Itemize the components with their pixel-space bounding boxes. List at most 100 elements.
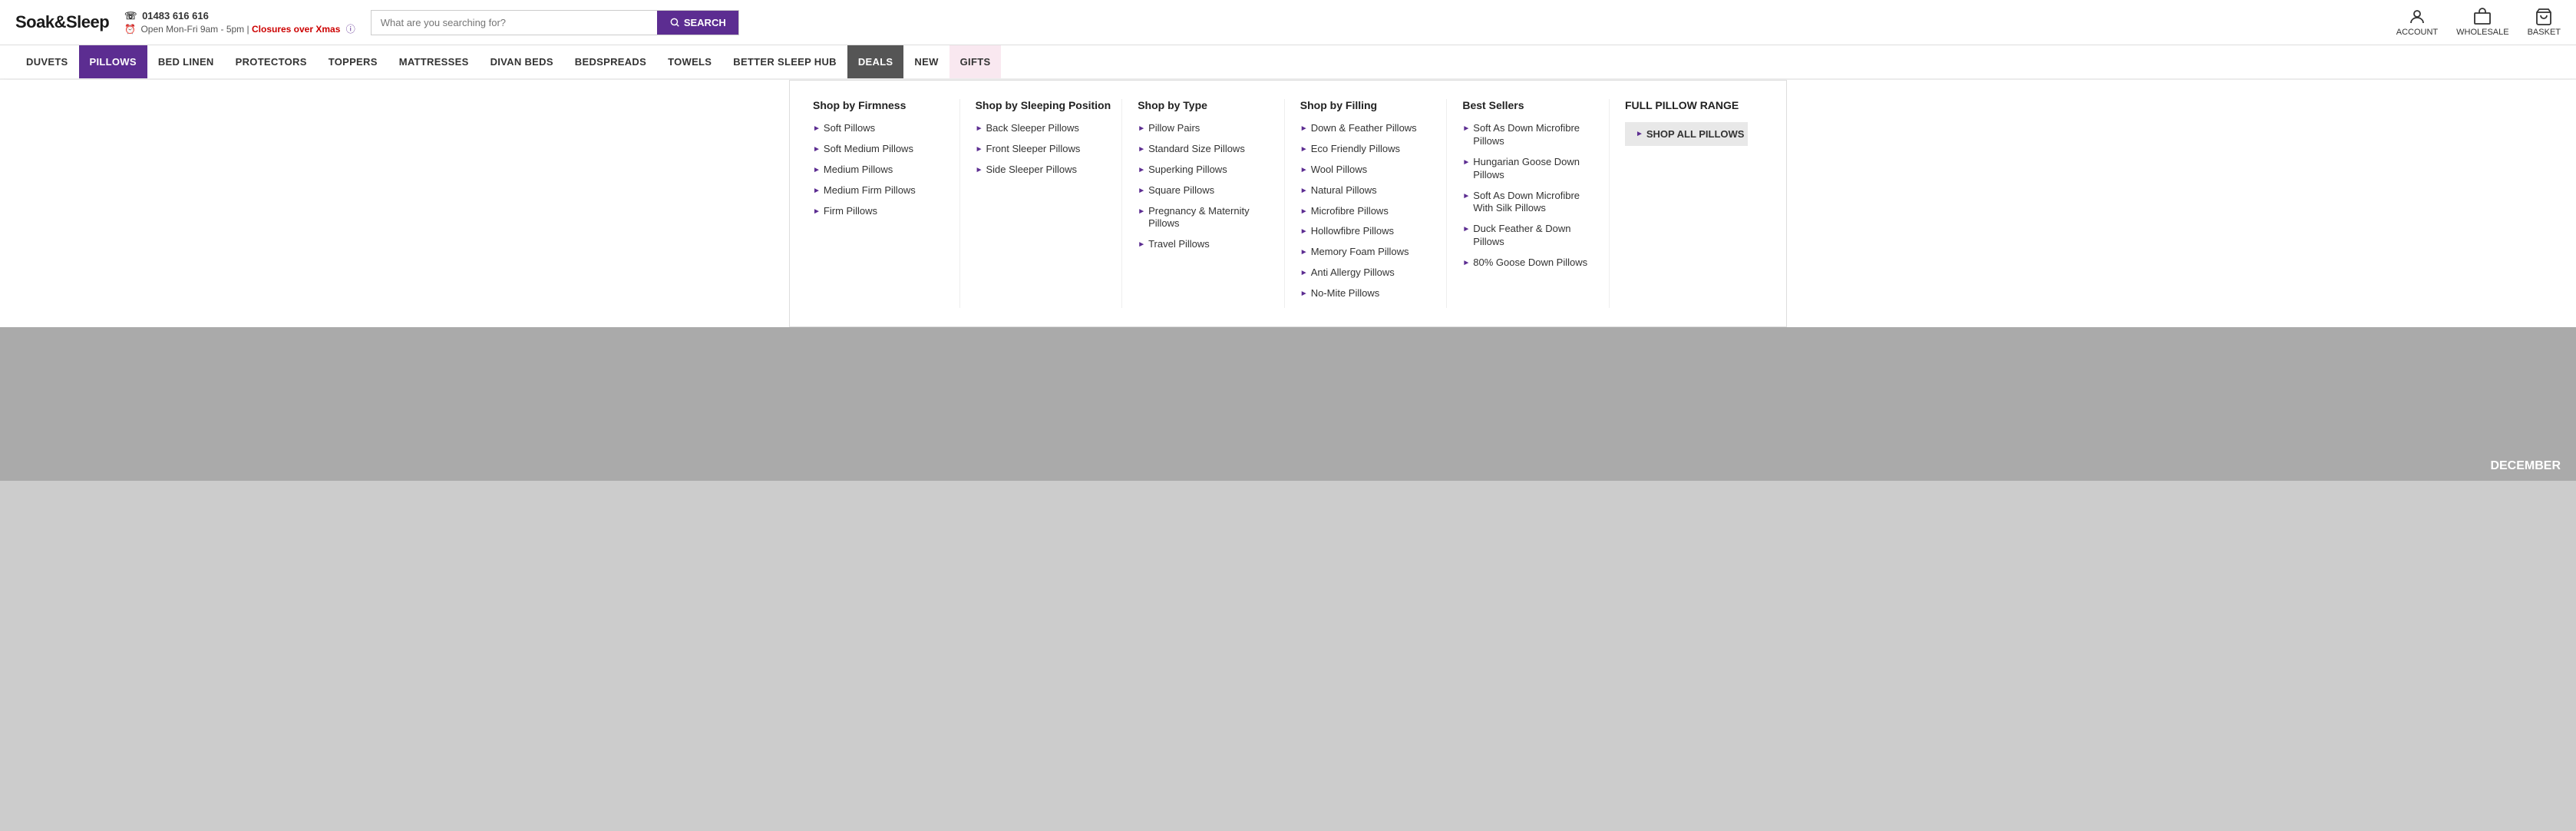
arrow-icon: ► <box>813 165 821 175</box>
phone-icon: ☏ <box>124 10 137 22</box>
full-range-title: FULL PILLOW RANGE <box>1625 99 1748 111</box>
dropdown-link[interactable]: ►Soft As Down Microfibre Pillows <box>1462 122 1593 148</box>
arrow-icon: ► <box>1462 258 1470 268</box>
dropdown-link[interactable]: ►Memory Foam Pillows <box>1300 246 1432 259</box>
account-icon <box>2408 8 2426 26</box>
nav-item-better-sleep-hub[interactable]: BETTER SLEEP HUB <box>722 45 847 78</box>
col-title: Shop by Sleeping Position <box>976 99 1107 111</box>
dropdown-link[interactable]: ►Pillow Pairs <box>1138 122 1269 135</box>
full-range-col: FULL PILLOW RANGE ►SHOP ALL PILLOWS <box>1610 99 1763 308</box>
nav-item-toppers[interactable]: TOPPERS <box>318 45 388 78</box>
contact-info: ☏ 01483 616 616 ⏰ Open Mon-Fri 9am - 5pm… <box>124 10 355 35</box>
december-label: DECEMBER <box>2490 459 2561 473</box>
arrow-icon: ► <box>976 124 983 134</box>
nav-item-new[interactable]: NEW <box>903 45 949 78</box>
nav-item-gifts[interactable]: GIFTS <box>949 45 1002 78</box>
arrow-icon: ► <box>1300 207 1308 217</box>
arrow-icon: ► <box>1462 157 1470 167</box>
dropdown-link[interactable]: ►Side Sleeper Pillows <box>976 164 1107 177</box>
dropdown-link[interactable]: ►Firm Pillows <box>813 205 944 218</box>
dropdown-link[interactable]: ►Duck Feather & Down Pillows <box>1462 223 1593 249</box>
clock-icon: ⏰ <box>124 24 136 35</box>
nav-item-bedspreads[interactable]: BEDSPREADS <box>564 45 657 78</box>
site-logo[interactable]: Soak&Sleep <box>15 12 109 32</box>
arrow-icon: ► <box>1462 124 1470 134</box>
dropdown-link[interactable]: ►Back Sleeper Pillows <box>976 122 1107 135</box>
arrow-icon: ► <box>1636 130 1643 138</box>
dropdown-link[interactable]: ►Hollowfibre Pillows <box>1300 225 1432 238</box>
arrow-icon: ► <box>813 124 821 134</box>
search-icon <box>669 17 680 28</box>
nav-item-mattresses[interactable]: MATTRESSES <box>388 45 480 78</box>
search-bar: SEARCH <box>371 10 739 35</box>
arrow-icon: ► <box>1138 186 1145 196</box>
site-header: Soak&Sleep ☏ 01483 616 616 ⏰ Open Mon-Fr… <box>0 0 2576 45</box>
arrow-icon: ► <box>1300 268 1308 278</box>
arrow-icon: ► <box>1138 124 1145 134</box>
arrow-icon: ► <box>1300 186 1308 196</box>
dropdown-link[interactable]: ►Anti Allergy Pillows <box>1300 267 1432 280</box>
account-button[interactable]: ACCOUNT <box>2396 8 2438 37</box>
nav-item-bed-linen[interactable]: BED LINEN <box>147 45 225 78</box>
arrow-icon: ► <box>1138 207 1145 217</box>
dropdown-link[interactable]: ►Medium Firm Pillows <box>813 184 944 197</box>
wholesale-button[interactable]: WHOLESALE <box>2456 8 2508 37</box>
arrow-icon: ► <box>1138 144 1145 154</box>
hours-info: ⏰ Open Mon-Fri 9am - 5pm | Closures over… <box>124 22 355 35</box>
nav-bar: DUVETSPILLOWSBED LINENPROTECTORSTOPPERSM… <box>0 45 2576 80</box>
col-title: Best Sellers <box>1462 99 1593 111</box>
basket-button[interactable]: BASKET <box>2528 8 2561 37</box>
dropdown-col: Shop by Sleeping Position ►Back Sleeper P… <box>960 99 1123 308</box>
arrow-icon: ► <box>976 144 983 154</box>
nav-item-protectors[interactable]: PROTECTORS <box>225 45 318 78</box>
dropdown-col: Shop by Filling►Down & Feather Pillows►E… <box>1285 99 1448 308</box>
shop-all-pillows-button[interactable]: ►SHOP ALL PILLOWS <box>1625 122 1748 146</box>
dropdown-link[interactable]: ►Medium Pillows <box>813 164 944 177</box>
main-content: DECEMBER <box>0 327 2576 481</box>
dropdown-link[interactable]: ►Front Sleeper Pillows <box>976 143 1107 156</box>
closures-link[interactable]: Closures over Xmas <box>252 24 340 35</box>
dropdown-link[interactable]: ►Eco Friendly Pillows <box>1300 143 1432 156</box>
dropdown-link[interactable]: ►Down & Feather Pillows <box>1300 122 1432 135</box>
nav-item-towels[interactable]: TOWELS <box>657 45 722 78</box>
arrow-icon: ► <box>976 165 983 175</box>
basket-icon <box>2535 8 2553 26</box>
dropdown-link[interactable]: ►No-Mite Pillows <box>1300 287 1432 300</box>
nav-item-pillows[interactable]: PILLOWS <box>79 45 147 78</box>
nav-item-duvets[interactable]: DUVETS <box>15 45 79 78</box>
arrow-icon: ► <box>1300 247 1308 257</box>
arrow-icon: ► <box>813 207 821 217</box>
dropdown-link[interactable]: ►Wool Pillows <box>1300 164 1432 177</box>
dropdown-link[interactable]: ►Soft As Down Microfibre With Silk Pillo… <box>1462 190 1593 216</box>
dropdown-link[interactable]: ►Hungarian Goose Down Pillows <box>1462 156 1593 182</box>
header-icons: ACCOUNT WHOLESALE BASKET <box>2396 8 2561 37</box>
dropdown-menu: Shop by Firmness►Soft Pillows►Soft Mediu… <box>0 80 2576 327</box>
dropdown-link[interactable]: ►Standard Size Pillows <box>1138 143 1269 156</box>
dropdown-link[interactable]: ►Natural Pillows <box>1300 184 1432 197</box>
dropdown-col: Shop by Type ►Pillow Pairs ►Standard Size … <box>1122 99 1285 308</box>
arrow-icon: ► <box>1300 289 1308 299</box>
col-title: Shop by Type <box>1138 99 1269 111</box>
phone-number[interactable]: ☏ 01483 616 616 <box>124 10 355 22</box>
arrow-icon: ► <box>1462 224 1470 234</box>
arrow-icon: ► <box>1300 165 1308 175</box>
dropdown-link[interactable]: ►Pregnancy & Maternity Pillows <box>1138 205 1269 231</box>
dropdown-col: Shop by Firmness►Soft Pillows►Soft Mediu… <box>813 99 960 308</box>
dropdown-link[interactable]: ►Square Pillows <box>1138 184 1269 197</box>
nav-item-deals[interactable]: DEALS <box>847 45 904 78</box>
dropdown-col: Best Sellers ►Soft As Down Microfibre Pil… <box>1447 99 1610 308</box>
arrow-icon: ► <box>1462 191 1470 201</box>
arrow-icon: ► <box>1300 124 1308 134</box>
search-button[interactable]: SEARCH <box>657 11 738 35</box>
nav-item-divan-beds[interactable]: DIVAN BEDS <box>480 45 564 78</box>
dropdown-link[interactable]: ►Soft Pillows <box>813 122 944 135</box>
dropdown-link[interactable]: ►Travel Pillows <box>1138 238 1269 251</box>
arrow-icon: ► <box>813 144 821 154</box>
info-icon: ⓘ <box>346 24 355 35</box>
dropdown-link[interactable]: ►80% Goose Down Pillows <box>1462 257 1593 270</box>
wholesale-icon <box>2473 8 2492 26</box>
dropdown-link[interactable]: ►Soft Medium Pillows <box>813 143 944 156</box>
dropdown-link[interactable]: ►Superking Pillows <box>1138 164 1269 177</box>
dropdown-link[interactable]: ►Microfibre Pillows <box>1300 205 1432 218</box>
search-input[interactable] <box>372 11 657 35</box>
